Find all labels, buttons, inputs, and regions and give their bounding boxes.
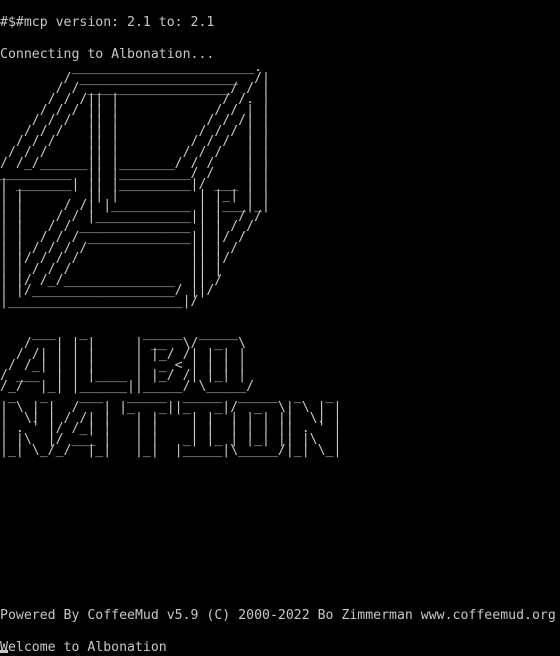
mcp-version-line: #$#mcp version: 2.1 to: 2.1 bbox=[0, 15, 215, 30]
banner-cube-art: _______________________. / _____________… bbox=[0, 60, 270, 309]
powered-by-line: Powered By CoffeeMud v5.9 (C) 2000-2022 … bbox=[0, 608, 556, 623]
nation-title-art: _ _ ___ _____ _____ _____ _ _ | \ | | / … bbox=[0, 389, 342, 458]
welcome-line: Welcome to Albonation bbox=[0, 640, 167, 655]
ascii-banner-art: _______________________. / _____________… bbox=[0, 60, 342, 458]
albo-title-art: ___ _ _____ _____ / | | | | __ \/ _ \ / … bbox=[0, 325, 255, 394]
terminal-cursor bbox=[0, 650, 8, 653]
terminal-window[interactable]: #$#mcp version: 2.1 to: 2.1 Connecting t… bbox=[0, 0, 560, 656]
